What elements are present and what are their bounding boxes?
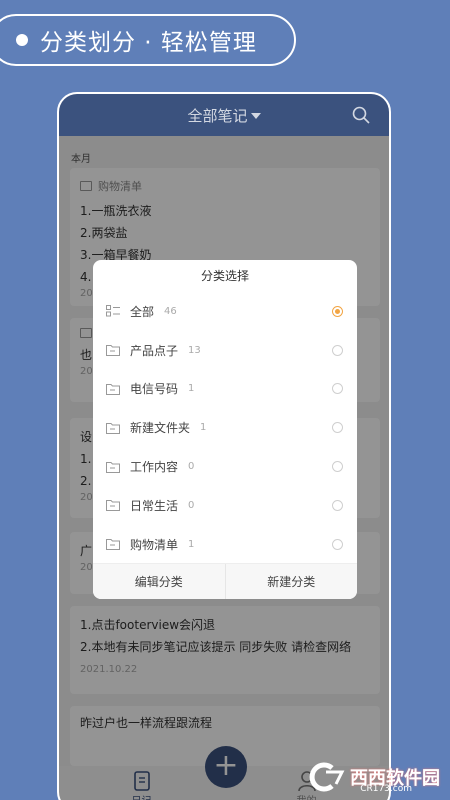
category-count: 1 [188,383,195,395]
radio-button[interactable] [332,383,343,395]
promo-text: 分类划分 · 轻松管理 [40,30,257,56]
folder-icon [106,539,120,551]
search-icon[interactable] [351,105,371,125]
folder-icon [106,422,120,434]
category-list: 全部 46 产品点子 13 电信号码 1 新建文件夹 1 工作内容 0 日常生活 0 购物清单 1 [93,292,357,564]
category-label: 工作内容 [130,460,179,475]
category-count: 46 [164,305,177,317]
folder-icon [106,500,120,512]
category-item[interactable]: 工作内容 0 [93,447,357,486]
promo-bullet [16,34,28,46]
edit-category-button[interactable]: 编辑分类 [93,564,225,599]
category-label: 电信号码 [130,382,179,397]
watermark-url: CR173.com [360,784,412,794]
category-item[interactable]: 全部 46 [93,292,357,331]
dialog-footer: 编辑分类 新建分类 [93,563,357,599]
category-item[interactable]: 新建文件夹 1 [93,408,357,447]
category-label: 产品点子 [130,343,179,358]
category-count: 13 [188,344,201,356]
radio-button[interactable] [332,499,343,511]
category-dialog: 分类选择 全部 46 产品点子 13 电信号码 1 新建文件夹 1 工作内容 0 日常生活 0 购物清单… [93,260,357,599]
brand-logo-icon [309,762,345,792]
category-count: 0 [188,461,195,473]
category-count: 1 [188,538,195,550]
radio-button[interactable] [332,305,343,317]
category-label: 购物清单 [130,537,179,552]
caret-down-icon[interactable] [250,113,261,119]
category-label: 全部 [130,304,155,319]
category-label: 日常生活 [130,498,179,513]
category-item[interactable]: 购物清单 1 [93,525,357,564]
header-title[interactable]: 全部笔记 [187,105,247,126]
watermark: 西西软件园 CR173.com [302,762,440,794]
radio-button[interactable] [332,422,343,434]
category-item[interactable]: 电信号码 1 [93,370,357,409]
radio-button[interactable] [332,461,343,473]
radio-button[interactable] [332,344,343,356]
promo-banner: 分类划分 · 轻松管理 [0,14,296,66]
new-category-button[interactable]: 新建分类 [224,564,357,599]
radio-button[interactable] [332,538,343,550]
folder-icon [106,345,120,357]
category-count: 1 [200,422,207,434]
folder-icon [106,461,120,473]
folder-icon [106,383,120,395]
category-item[interactable]: 产品点子 13 [93,331,357,370]
category-count: 0 [188,499,195,511]
app-header: 全部笔记 [59,94,389,136]
list-icon [106,305,120,317]
category-label: 新建文件夹 [130,421,191,436]
category-item[interactable]: 日常生活 0 [93,486,357,525]
dialog-title: 分类选择 [200,269,249,283]
